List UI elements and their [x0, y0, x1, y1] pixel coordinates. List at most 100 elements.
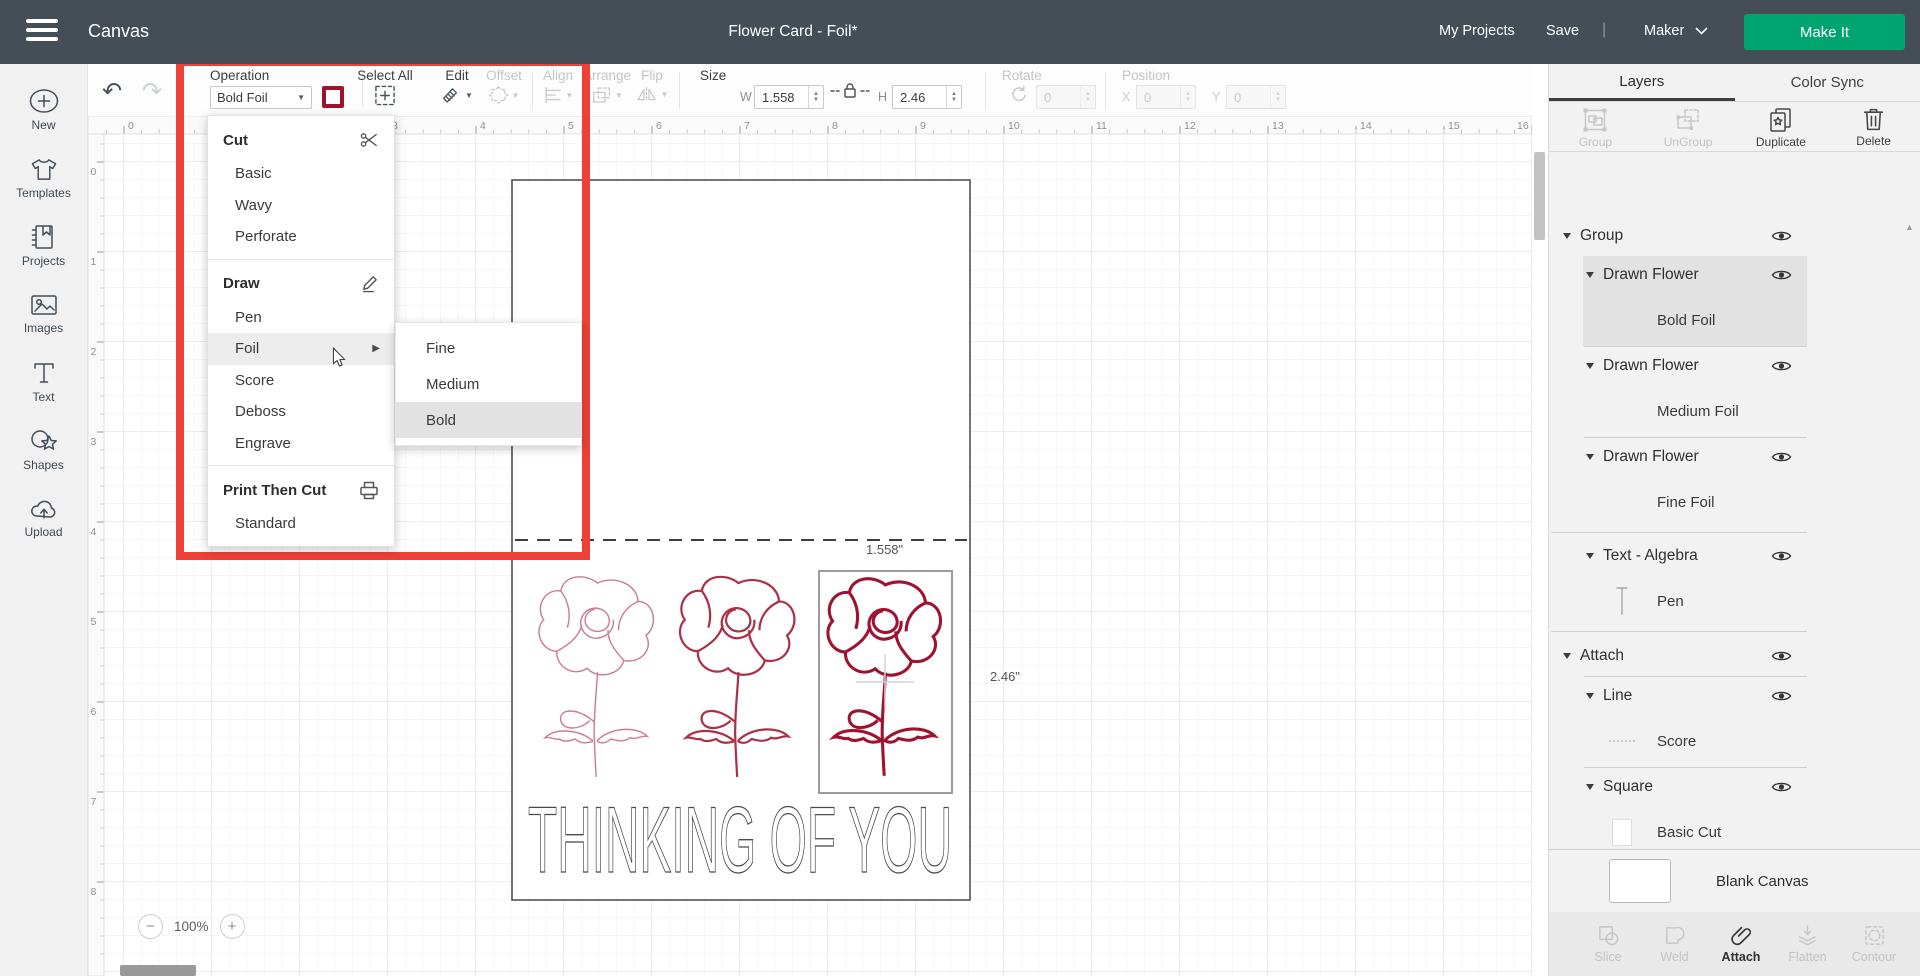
op-menu-item-wavy[interactable]: Wavy	[208, 190, 394, 222]
flip-label: Flip	[641, 68, 663, 83]
sidebar-item-new[interactable]: New	[0, 76, 88, 144]
tab-layers[interactable]: Layers	[1549, 64, 1735, 101]
delete-button[interactable]: Delete	[1827, 102, 1920, 151]
width-input[interactable]: 1.558▲▼	[754, 85, 824, 109]
select-all-icon[interactable]	[375, 85, 396, 106]
panel-scroll-up-icon[interactable]: ▲	[1905, 222, 1914, 232]
card-sentiment-text[interactable]: THINKING OF YOU	[528, 787, 952, 892]
layer-item-bold-foil[interactable]: Bold Foil	[1549, 294, 1920, 346]
operation-select[interactable]: Bold Foil▼	[210, 86, 312, 109]
layer-item-fine-foil[interactable]: Fine Foil	[1549, 476, 1920, 528]
group-button[interactable]: Group	[1549, 102, 1642, 151]
foil-submenu-item-fine[interactable]: Fine	[396, 330, 581, 366]
op-menu-item-perforate[interactable]: Perforate	[208, 221, 394, 253]
op-menu-item-pen[interactable]: Pen	[208, 302, 394, 334]
blank-canvas-row[interactable]: Blank Canvas	[1549, 849, 1920, 912]
cloudup-icon	[29, 497, 59, 521]
sidebar-item-projects[interactable]: Projects	[0, 212, 88, 280]
op-menu-item-standard[interactable]: Standard	[208, 508, 394, 540]
contour-button[interactable]: Contour	[1843, 912, 1905, 976]
sidebar-item-text[interactable]: Text	[0, 348, 88, 416]
sidebar-item-shapes[interactable]: Shapes	[0, 416, 88, 484]
eye-icon[interactable]	[1771, 689, 1792, 703]
expand-arrow-icon[interactable]	[1586, 693, 1594, 699]
eye-icon[interactable]	[1771, 450, 1792, 464]
redo-button[interactable]: ↷	[142, 80, 162, 104]
align-icon[interactable]: ▼	[543, 85, 574, 105]
layer-item-medium-foil[interactable]: Medium Foil	[1549, 385, 1920, 437]
layer-group-drawn-flower[interactable]: Drawn Flower	[1549, 256, 1920, 294]
duplicate-button[interactable]: Duplicate	[1735, 102, 1828, 151]
canvas-label: Canvas	[88, 21, 149, 42]
layer-group-drawn-flower[interactable]: Drawn Flower	[1549, 438, 1920, 476]
layer-group-attach[interactable]: Attach	[1549, 636, 1920, 676]
expand-arrow-icon[interactable]	[1586, 784, 1594, 790]
x-input[interactable]: 0▲▼	[1136, 85, 1196, 109]
layer-group-square[interactable]: Square	[1549, 768, 1920, 806]
project-title: Flower Card - Foil*	[728, 23, 857, 41]
rotate-label: Rotate	[1002, 68, 1042, 83]
edit-tool-icon[interactable]: ▼	[441, 85, 473, 105]
slice-button[interactable]: Slice	[1577, 912, 1639, 976]
eye-icon[interactable]	[1771, 229, 1792, 243]
op-menu-item-foil[interactable]: Foil▶	[208, 333, 394, 365]
flatten-button[interactable]: Flatten	[1777, 912, 1839, 976]
foil-submenu-item-medium[interactable]: Medium	[396, 366, 581, 402]
lettert-icon	[31, 360, 57, 386]
layer-group-line[interactable]: Line	[1549, 677, 1920, 715]
undo-button[interactable]: ↶	[102, 80, 122, 104]
op-menu-item-engrave[interactable]: Engrave	[208, 428, 394, 460]
sidebar-item-templates[interactable]: Templates	[0, 144, 88, 212]
foil-submenu-item-bold[interactable]: Bold	[396, 402, 581, 438]
arrange-icon[interactable]: ▼	[591, 85, 623, 105]
eye-icon[interactable]	[1771, 780, 1792, 794]
contour-icon	[1863, 924, 1886, 947]
vertical-scrollbar[interactable]	[1534, 152, 1545, 240]
expand-arrow-icon[interactable]	[1586, 454, 1594, 460]
op-menu-item-deboss[interactable]: Deboss	[208, 396, 394, 428]
zoom-in-button[interactable]: +	[220, 914, 245, 939]
expand-arrow-icon[interactable]	[1563, 233, 1571, 239]
blank-canvas-label: Blank Canvas	[1716, 873, 1809, 890]
layer-item-pen[interactable]: Pen	[1549, 575, 1920, 627]
machine-selector[interactable]: Maker	[1644, 23, 1708, 39]
my-projects-link[interactable]: My Projects	[1439, 23, 1515, 39]
lock-aspect-icon[interactable]	[830, 81, 870, 99]
sidebar-item-upload[interactable]: Upload	[0, 484, 88, 552]
save-link[interactable]: Save	[1546, 23, 1579, 39]
eye-icon[interactable]	[1771, 359, 1792, 373]
layer-group-drawn-flower[interactable]: Drawn Flower	[1549, 347, 1920, 385]
op-menu-item-basic[interactable]: Basic	[208, 158, 394, 190]
make-it-button[interactable]: Make It	[1744, 14, 1905, 50]
op-menu-item-score[interactable]: Score	[208, 365, 394, 397]
ungroup-button[interactable]: UnGroup	[1642, 102, 1735, 151]
horizontal-scrollbar[interactable]	[120, 965, 196, 976]
expand-arrow-icon[interactable]	[1586, 272, 1594, 278]
notebook-icon	[30, 224, 58, 250]
height-input[interactable]: 2.46▲▼	[892, 85, 962, 109]
expand-arrow-icon[interactable]	[1586, 363, 1594, 369]
eye-icon[interactable]	[1771, 268, 1792, 282]
weld-button[interactable]: Weld	[1644, 912, 1706, 976]
shirt-icon	[30, 157, 58, 182]
eye-icon[interactable]	[1771, 649, 1792, 663]
flip-icon[interactable]: ▼	[636, 85, 669, 104]
expand-arrow-icon[interactable]	[1586, 553, 1594, 559]
attach-button[interactable]: Attach	[1710, 912, 1772, 976]
zoom-out-button[interactable]: −	[138, 914, 163, 939]
layer-item-score[interactable]: Score	[1549, 715, 1920, 767]
layer-group-text-algebra[interactable]: Text - Algebra	[1549, 537, 1920, 575]
layer-group-group[interactable]: Group	[1549, 216, 1920, 256]
svg-text:0: 0	[128, 120, 134, 132]
svg-text:7: 7	[91, 796, 97, 808]
menu-button[interactable]	[26, 19, 60, 45]
sidebar-item-images[interactable]: Images	[0, 280, 88, 348]
y-input[interactable]: 0▲▼	[1226, 85, 1286, 109]
offset-icon[interactable]: ▼	[489, 85, 520, 105]
rotate-input[interactable]: 0▲▼	[1036, 85, 1096, 109]
tab-color-sync[interactable]: Color Sync	[1735, 64, 1920, 101]
foil-submenu: FineMediumBold	[395, 322, 582, 446]
expand-arrow-icon[interactable]	[1563, 653, 1571, 659]
layer-color-swatch[interactable]	[322, 86, 344, 108]
eye-icon[interactable]	[1771, 549, 1792, 563]
